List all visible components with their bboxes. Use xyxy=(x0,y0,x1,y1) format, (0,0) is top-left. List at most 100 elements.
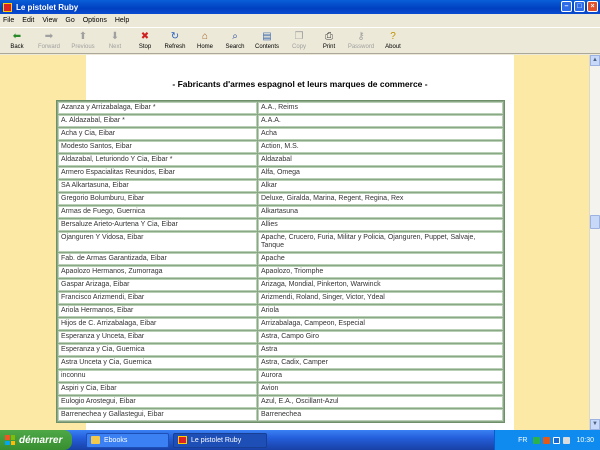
contents-button[interactable]: ▤ Contents xyxy=(250,28,284,53)
next-button[interactable]: ⬇ Next xyxy=(100,28,130,53)
page-heading: - Fabricants d'armes espagnol et leurs m… xyxy=(172,79,428,89)
manufacturer-cell: Armas de Fuego, Guernica xyxy=(58,206,257,218)
table-row: Bersaluze Arieto-Aurtena Y Cia, Eibar All… xyxy=(58,219,503,231)
table-row: Francisco Arizmendi, Eibar Arizmendi, Rol… xyxy=(58,292,503,304)
manufacturer-cell: inconnu xyxy=(58,370,257,382)
stop-button[interactable]: ✖ Stop xyxy=(130,28,160,53)
vertical-scrollbar[interactable]: ▲ ▼ xyxy=(589,55,600,430)
brand-cell: Apache, Crucero, Furia, Militar y Polici… xyxy=(258,232,503,252)
manufacturer-cell: Astra Unceta y Cia, Guernica xyxy=(58,357,257,369)
brand-cell: A.A.A. xyxy=(258,115,503,127)
up-arrow-icon: ⬆ xyxy=(78,31,88,42)
brand-cell: Azul, E.A., Oscillant-Azul xyxy=(258,396,503,408)
brand-cell: Allies xyxy=(258,219,503,231)
back-button[interactable]: ⬅ Back xyxy=(2,28,32,53)
volume-icon[interactable] xyxy=(563,436,571,444)
manufacturer-cell: Armero Espacialitas Reunidos, Eibar xyxy=(58,167,257,179)
clock: 10:30 xyxy=(576,436,594,444)
minimize-button[interactable]: – xyxy=(561,1,572,12)
start-label: démarrer xyxy=(19,434,63,446)
menu-view[interactable]: View xyxy=(42,17,57,24)
scroll-up-arrow-icon[interactable]: ▲ xyxy=(590,55,600,66)
menu-options[interactable]: Options xyxy=(83,17,107,24)
table-row: Gaspar Arizaga, Eibar Arizaga, Mondial, P… xyxy=(58,279,503,291)
windows-flag-icon xyxy=(5,435,15,445)
about-button[interactable]: ? About xyxy=(378,28,408,53)
manufacturer-cell: A. Aldazabal, Eibar * xyxy=(58,115,257,127)
forward-button[interactable]: ➡ Forward xyxy=(32,28,66,53)
down-arrow-icon: ⬇ xyxy=(110,31,120,42)
app-icon xyxy=(3,2,12,12)
home-button[interactable]: ⌂ Home xyxy=(190,28,220,53)
brand-cell: Apache xyxy=(258,253,503,265)
brand-cell: Avion xyxy=(258,383,503,395)
manufacturer-cell: Gregorio Bolumburu, Eibar xyxy=(58,193,257,205)
brand-cell: Aurora xyxy=(258,370,503,382)
table-row: Hijos de C. Arrizabalaga, Eibar Arrizabal… xyxy=(58,318,503,330)
manufacturer-cell: Modesto Santos, Eibar xyxy=(58,141,257,153)
taskbar-item-ebooks[interactable]: Ebooks xyxy=(86,432,169,448)
right-margin-band xyxy=(514,55,589,430)
system-tray: FR 10:30 xyxy=(494,430,600,450)
brand-cell: Alkar xyxy=(258,180,503,192)
taskbar: démarrer Ebooks Le pistolet Ruby FR 10:3… xyxy=(0,430,600,450)
table-row: Apaolozo Hermanos, Zumorraga Apaolozo, Tr… xyxy=(58,266,503,278)
brand-cell: Deluxe, Giralda, Marina, Regent, Regina,… xyxy=(258,193,503,205)
language-indicator[interactable]: FR xyxy=(518,437,527,444)
brand-cell: Alkartasuna xyxy=(258,206,503,218)
brand-cell: Astra xyxy=(258,344,503,356)
menu-help[interactable]: Help xyxy=(115,17,129,24)
tray-app-icon[interactable] xyxy=(553,436,561,444)
about-icon: ? xyxy=(390,31,396,42)
home-icon: ⌂ xyxy=(201,31,209,42)
brand-cell: A.A., Reims xyxy=(258,102,503,114)
maximize-button[interactable]: □ xyxy=(574,1,585,12)
menu-edit[interactable]: Edit xyxy=(22,17,34,24)
tray-app-icon[interactable] xyxy=(543,436,551,444)
table-row: A. Aldazabal, Eibar * A.A.A. xyxy=(58,115,503,127)
start-button[interactable]: démarrer xyxy=(0,430,72,450)
refresh-button[interactable]: ↻ Refresh xyxy=(160,28,190,53)
print-button[interactable]: ⎙ Print xyxy=(314,28,344,53)
copy-button[interactable]: ❐ Copy xyxy=(284,28,314,53)
print-icon: ⎙ xyxy=(325,31,333,42)
previous-button[interactable]: ⬆ Previous xyxy=(66,28,100,53)
scroll-thumb[interactable] xyxy=(590,215,600,229)
table-row: Eulogio Arostegui, Eibar Azul, E.A., Osci… xyxy=(58,396,503,408)
table-row: Esperanza y Unceta, Eibar Astra, Campo Gi… xyxy=(58,331,503,343)
manufacturer-cell: Azanza y Arrizabalaga, Eibar * xyxy=(58,102,257,114)
taskbar-item-le-pistolet-ruby[interactable]: Le pistolet Ruby xyxy=(173,432,267,448)
brand-cell: Astra, Cadix, Camper xyxy=(258,357,503,369)
page-body: - Fabricants d'armes espagnol et leurs m… xyxy=(56,55,514,430)
tray-app-icon[interactable] xyxy=(533,436,541,444)
title-bar[interactable]: Le pistolet Ruby – □ × xyxy=(0,0,600,14)
manufacturer-cell: Gaspar Arizaga, Eibar xyxy=(58,279,257,291)
search-button[interactable]: ⌕ Search xyxy=(220,28,250,53)
scroll-down-arrow-icon[interactable]: ▼ xyxy=(590,419,600,430)
key-icon: ⚷ xyxy=(357,31,365,42)
manufacturer-cell: Aldazabal, Leturiondo Y Cia, Eibar * xyxy=(58,154,257,166)
manufacturer-cell: Esperanza y Cia, Guernica xyxy=(58,344,257,356)
brand-cell: Apaolozo, Triomphe xyxy=(258,266,503,278)
brand-cell: Arizmendi, Roland, Singer, Victor, Ydeal xyxy=(258,292,503,304)
table-row: Ariola Hermanos, Eibar Ariola xyxy=(58,305,503,317)
manufacturer-cell: Ojanguren Y Vidosa, Eibar xyxy=(58,232,257,252)
password-button[interactable]: ⚷ Password xyxy=(344,28,378,53)
menu-go[interactable]: Go xyxy=(65,17,74,24)
table-row: inconnu Aurora xyxy=(58,370,503,382)
toolbar: ⬅ Back ➡ Forward ⬆ Previous ⬇ Next ✖ Sto… xyxy=(0,27,600,54)
brand-cell: Astra, Campo Giro xyxy=(258,331,503,343)
manufacturer-cell: Barrenechea y Gallastegui, Eibar xyxy=(58,409,257,421)
table-row: Aldazabal, Leturiondo Y Cia, Eibar * Alda… xyxy=(58,154,503,166)
brand-cell: Ariola xyxy=(258,305,503,317)
close-button[interactable]: × xyxy=(587,1,598,12)
brand-cell: Alfa, Omega xyxy=(258,167,503,179)
document-view: - Fabricants d'armes espagnol et leurs m… xyxy=(0,55,589,430)
table-row: Ojanguren Y Vidosa, Eibar Apache, Crucero… xyxy=(58,232,503,252)
table-row: Acha y Cia, Eibar Acha xyxy=(58,128,503,140)
brand-cell: Aldazabal xyxy=(258,154,503,166)
table-row: Barrenechea y Gallastegui, Eibar Barrenec… xyxy=(58,409,503,421)
brand-cell: Arizaga, Mondial, Pinkerton, Warwinck xyxy=(258,279,503,291)
manufacturer-cell: Aspiri y Cia, Eibar xyxy=(58,383,257,395)
menu-file[interactable]: File xyxy=(3,17,14,24)
